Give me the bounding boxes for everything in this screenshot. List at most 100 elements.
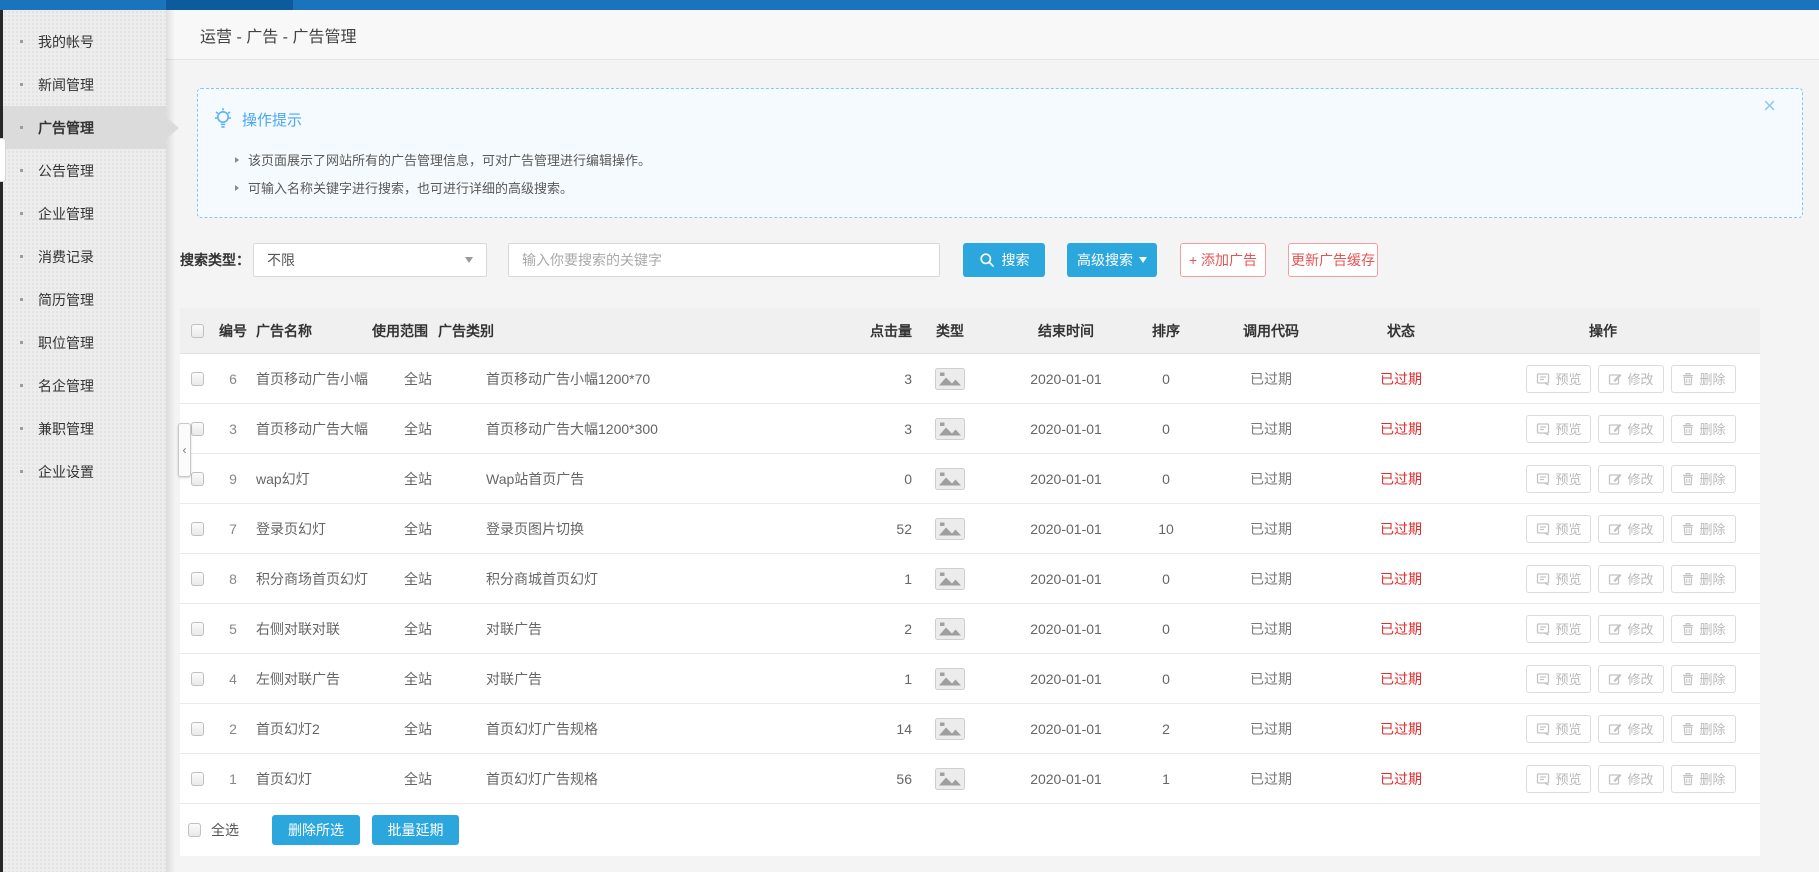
select-all-header-checkbox[interactable]: [190, 323, 204, 338]
delete-button[interactable]: 删除: [1670, 714, 1736, 743]
bullet-dot-icon: [20, 470, 23, 473]
preview-button[interactable]: 预览: [1526, 564, 1592, 593]
delete-button[interactable]: 删除: [1670, 664, 1736, 693]
ad-id: 2: [229, 720, 237, 737]
delete-button[interactable]: 删除: [1670, 614, 1736, 643]
edit-label: 修改: [1627, 672, 1654, 687]
keyword-input[interactable]: [508, 243, 940, 277]
sidebar-item-2[interactable]: 广告管理: [3, 106, 179, 149]
sidebar-item-10[interactable]: 企业设置: [3, 450, 166, 493]
top-bar-active-segment: [166, 0, 293, 10]
search-button[interactable]: 搜索: [963, 243, 1045, 277]
preview-button[interactable]: 预览: [1526, 364, 1592, 393]
table-row: 9 wap幻灯 全站 Wap站首页广告 0 2020-01-01 0 已过期 已…: [180, 454, 1760, 504]
ad-type: [914, 754, 986, 803]
search-type-select[interactable]: 不限: [253, 243, 487, 277]
preview-icon: [1536, 622, 1550, 636]
preview-button[interactable]: 预览: [1526, 414, 1592, 443]
header-id: 编号: [219, 322, 247, 339]
row-checkbox[interactable]: [190, 371, 204, 386]
edit-button[interactable]: 修改: [1598, 364, 1664, 393]
sidebar-item-6[interactable]: 简历管理: [3, 278, 166, 321]
close-icon[interactable]: ×: [1763, 95, 1776, 117]
row-checkbox[interactable]: [190, 771, 204, 786]
ad-name: wap幻灯: [256, 470, 310, 487]
ad-name: 右侧对联对联: [256, 620, 340, 637]
edit-button[interactable]: 修改: [1598, 464, 1664, 493]
tip-line-1: 该页面展示了网站所有的广告管理信息，可对广告管理进行编辑操作。: [248, 153, 652, 168]
add-ad-button[interactable]: + 添加广告: [1180, 243, 1266, 277]
sidebar-item-label: 我的帐号: [38, 33, 94, 50]
sidebar-item-label: 新闻管理: [38, 76, 94, 93]
sidebar-item-8[interactable]: 名企管理: [3, 364, 166, 407]
row-checkbox[interactable]: [190, 721, 204, 736]
delete-button[interactable]: 删除: [1670, 564, 1736, 593]
ad-category: 首页幻灯广告规格: [486, 720, 598, 737]
delete-label: 删除: [1699, 522, 1726, 537]
preview-icon: [1536, 672, 1550, 686]
left-edge-tab[interactable]: [0, 138, 6, 182]
select-all-checkbox[interactable]: [188, 823, 201, 837]
sidebar-item-5[interactable]: 消费记录: [3, 235, 166, 278]
refresh-ad-cache-button[interactable]: 更新广告缓存: [1288, 243, 1378, 277]
row-checkbox[interactable]: [190, 671, 204, 686]
advanced-search-button[interactable]: 高级搜索: [1067, 243, 1157, 277]
delete-selected-button[interactable]: 删除所选: [272, 815, 360, 845]
preview-button[interactable]: 预览: [1526, 714, 1592, 743]
sidebar-item-0[interactable]: 我的帐号: [3, 20, 166, 63]
sidebar-item-7[interactable]: 职位管理: [3, 321, 166, 364]
edit-button[interactable]: 修改: [1598, 764, 1664, 793]
preview-button[interactable]: 预览: [1526, 764, 1592, 793]
trash-icon: [1681, 722, 1695, 736]
ad-code-status: 已过期: [1250, 520, 1292, 537]
sidebar-item-1[interactable]: 新闻管理: [3, 63, 166, 106]
row-checkbox[interactable]: [190, 471, 204, 486]
ad-end-date: 2020-01-01: [1030, 420, 1102, 437]
preview-button[interactable]: 预览: [1526, 514, 1592, 543]
ad-clicks: 0: [904, 470, 912, 487]
preview-label: 预览: [1555, 722, 1582, 737]
edit-icon: [1608, 722, 1622, 736]
row-checkbox[interactable]: [190, 571, 204, 586]
sidebar-item-4[interactable]: 企业管理: [3, 192, 166, 235]
sidebar-collapse-handle[interactable]: ‹: [178, 423, 191, 477]
ad-end-date: 2020-01-01: [1030, 370, 1102, 387]
row-checkbox[interactable]: [190, 621, 204, 636]
delete-button[interactable]: 删除: [1670, 414, 1736, 443]
ad-type: [914, 454, 986, 503]
ad-type: [914, 554, 986, 603]
delete-button[interactable]: 删除: [1670, 764, 1736, 793]
ad-code-status: 已过期: [1250, 470, 1292, 487]
sidebar-item-3[interactable]: 公告管理: [3, 149, 166, 192]
row-checkbox[interactable]: [190, 521, 204, 536]
ad-sort: 0: [1162, 670, 1170, 687]
image-type-icon: [935, 567, 965, 590]
edit-icon: [1608, 622, 1622, 636]
delete-button[interactable]: 删除: [1670, 514, 1736, 543]
batch-extend-button[interactable]: 批量延期: [372, 815, 459, 845]
edit-button[interactable]: 修改: [1598, 714, 1664, 743]
sidebar-item-9[interactable]: 兼职管理: [3, 407, 166, 450]
edit-button[interactable]: 修改: [1598, 414, 1664, 443]
preview-button[interactable]: 预览: [1526, 664, 1592, 693]
ad-category: 首页幻灯广告规格: [486, 770, 598, 787]
image-type-icon: [935, 667, 965, 690]
breadcrumb: 运营 - 广告 - 广告管理: [200, 28, 357, 46]
preview-button[interactable]: 预览: [1526, 614, 1592, 643]
ad-id: 7: [229, 520, 237, 537]
trash-icon: [1681, 672, 1695, 686]
delete-button[interactable]: 删除: [1670, 364, 1736, 393]
delete-label: 删除: [1699, 672, 1726, 687]
edit-button[interactable]: 修改: [1598, 614, 1664, 643]
preview-button[interactable]: 预览: [1526, 464, 1592, 493]
ad-status: 已过期: [1380, 620, 1422, 637]
edit-button[interactable]: 修改: [1598, 514, 1664, 543]
table-row: 6 首页移动广告小幅 全站 首页移动广告小幅1200*70 3 2020-01-…: [180, 354, 1760, 404]
edit-button[interactable]: 修改: [1598, 564, 1664, 593]
delete-button[interactable]: 删除: [1670, 464, 1736, 493]
edit-button[interactable]: 修改: [1598, 664, 1664, 693]
ad-sort: 10: [1158, 520, 1174, 537]
ads-table: 编号 广告名称 使用范围 广告类别 点击量 类型 结束时间 排序 调用代码 状态…: [180, 308, 1760, 856]
row-checkbox[interactable]: [190, 421, 204, 436]
edit-icon: [1608, 572, 1622, 586]
